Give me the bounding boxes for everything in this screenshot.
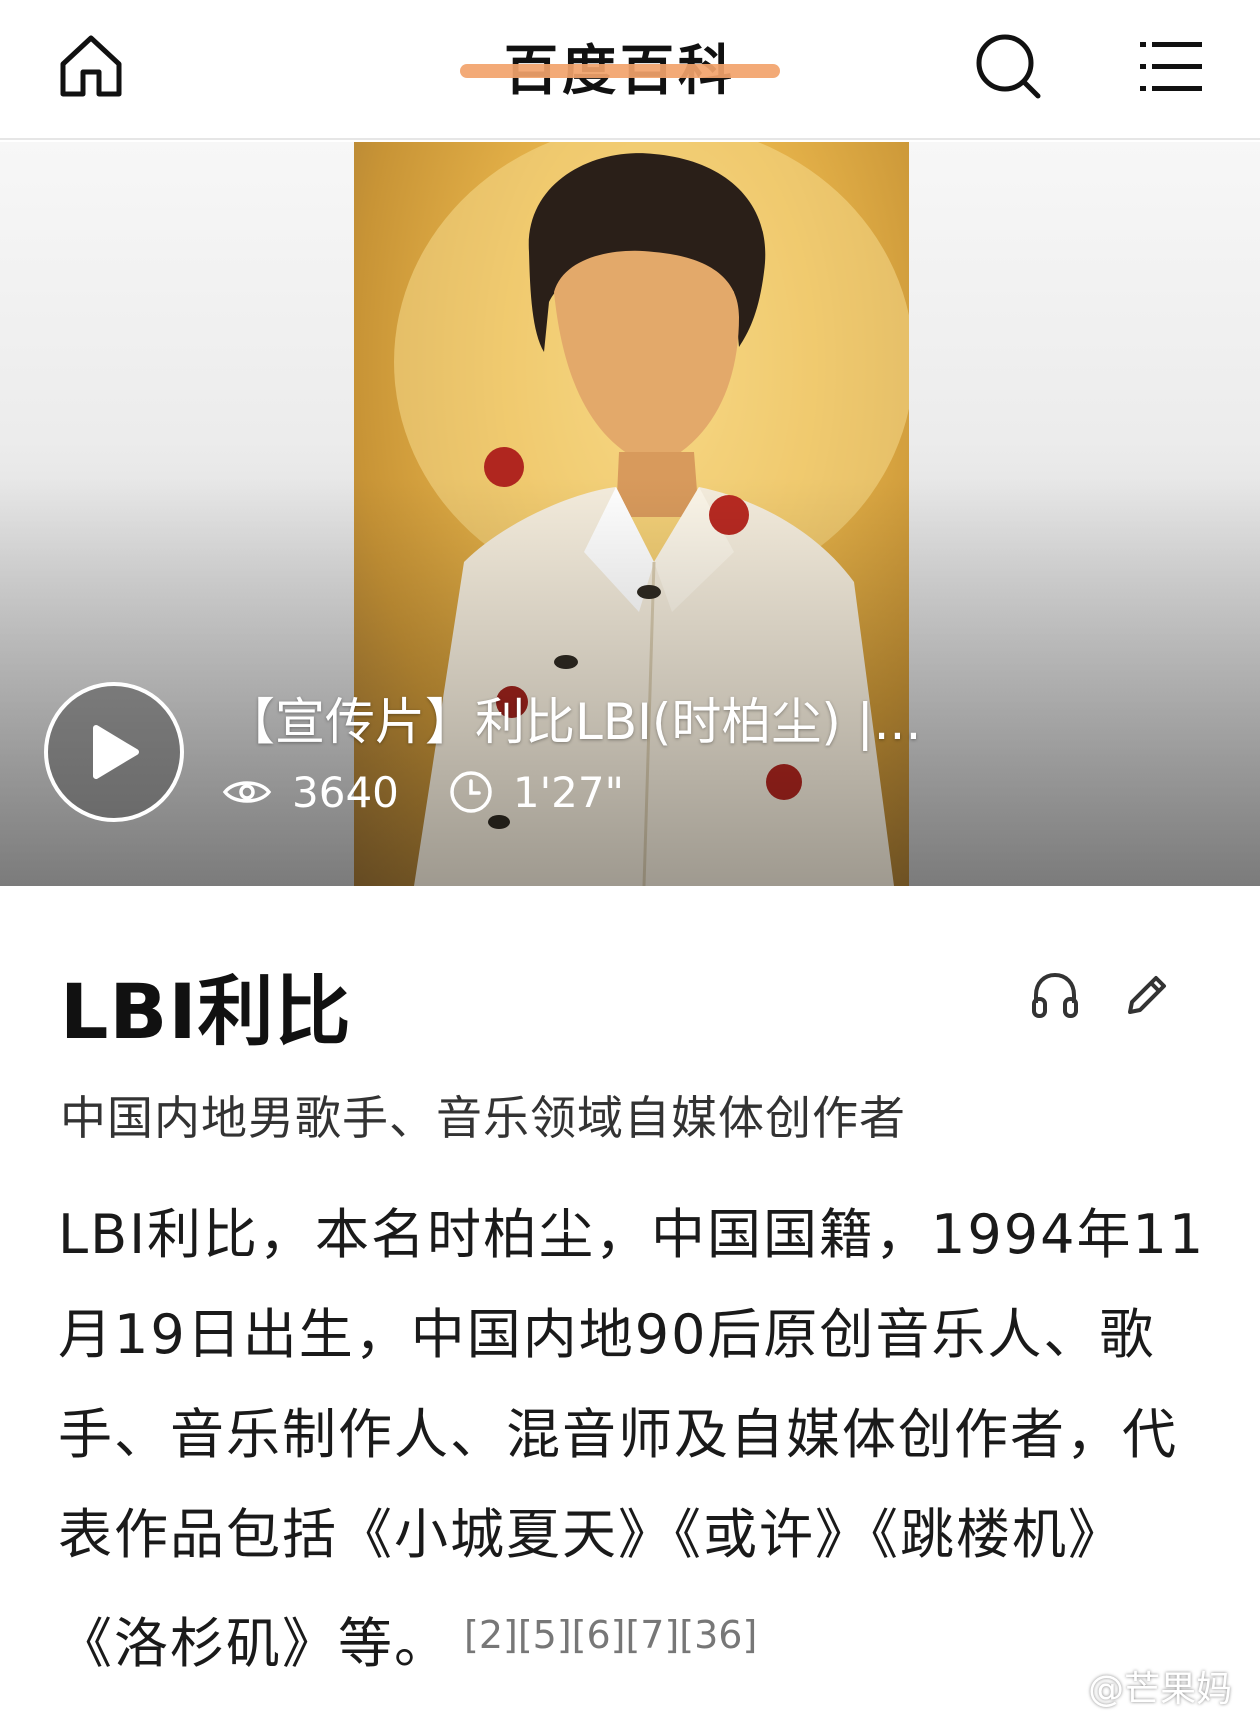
- watermark-text: @芒果妈妈: [1088, 1669, 1233, 1710]
- view-count-value: 3640: [292, 767, 399, 817]
- menu-icon: [1140, 42, 1202, 91]
- play-icon: [93, 725, 139, 779]
- entry-subtitle: 中国内地男歌手、音乐领域自媒体创作者: [60, 1091, 906, 1145]
- summary-text: LBI利比，本名时柏尘，中国国籍，1994年11月19日出生，中国内地90后原创…: [58, 1203, 1206, 1675]
- home-button[interactable]: [55, 30, 127, 102]
- entry-title: LBI利比: [60, 967, 352, 1056]
- video-title: 【宣传片】利比LBI(时柏尘) |...: [225, 693, 922, 751]
- entry-actions: [1020, 960, 1204, 1030]
- view-count: 3640: [222, 768, 399, 817]
- reference-links[interactable]: [2][5][6][7][36]: [464, 1613, 757, 1657]
- menu-button[interactable]: [1135, 30, 1207, 102]
- pencil-icon: [1128, 976, 1166, 1014]
- duration-value: 1'27": [512, 767, 624, 817]
- weibo-watermark: @芒果妈妈: [1040, 1660, 1260, 1717]
- eye-icon: [222, 781, 272, 803]
- duration: 1'27": [449, 768, 624, 817]
- listen-button[interactable]: [1020, 960, 1090, 1030]
- video-meta: 3640 1'27": [222, 762, 674, 822]
- play-button[interactable]: [44, 682, 184, 822]
- entry-summary: LBI利比，本名时柏尘，中国国籍，1994年11月19日出生，中国内地90后原创…: [58, 1185, 1208, 1694]
- clock-icon: [450, 771, 492, 813]
- top-nav-bar: 百度百科: [0, 0, 1260, 140]
- edit-button[interactable]: [1112, 960, 1182, 1030]
- brand-strikethrough: [460, 64, 780, 78]
- video-player[interactable]: 【宣传片】利比LBI(时柏尘) |... 3640 1'27": [0, 142, 1260, 886]
- home-icon: [60, 35, 122, 97]
- search-button[interactable]: [972, 30, 1044, 102]
- weibo-icon: [1041, 1698, 1078, 1717]
- headphones-icon: [1032, 972, 1078, 1018]
- brand-logo[interactable]: 百度百科: [460, 22, 780, 112]
- search-icon: [976, 34, 1041, 99]
